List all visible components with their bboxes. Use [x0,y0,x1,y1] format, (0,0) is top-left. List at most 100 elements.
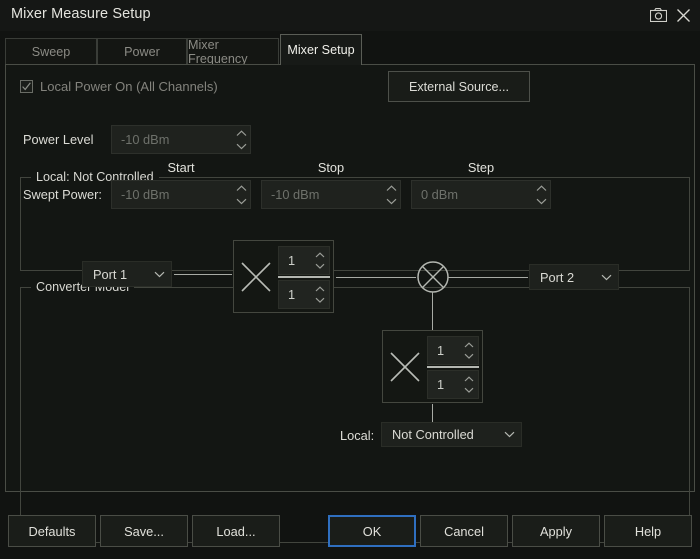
port2-dropdown[interactable]: Port 2 [529,264,619,290]
camera-icon[interactable] [648,5,668,25]
multiplier-top-numerator-spinbox[interactable]: 1 [278,246,330,275]
tab-label: Sweep [32,45,71,59]
multiplier-top-numerator-value: 1 [279,253,311,268]
spinner-arrows[interactable] [311,281,329,308]
spinner-up-icon[interactable] [464,376,474,382]
spinner-up-icon[interactable] [536,185,547,192]
wire-mixer-to-port2 [448,277,528,278]
spinner-arrows[interactable] [232,126,250,153]
port1-dropdown[interactable]: Port 1 [82,261,172,287]
multiply-x-icon [387,347,423,392]
swept-power-start-value: -10 dBm [112,187,232,202]
multiplier-top-denominator-spinbox[interactable]: 1 [278,280,330,309]
fraction-divider-line [278,276,330,278]
spinner-arrows[interactable] [232,181,250,208]
converter-model-group-box: Converter Model [20,287,690,543]
external-source-button[interactable]: External Source... [388,71,530,102]
spinner-up-icon[interactable] [315,252,325,258]
multiplier-bottom-numerator-value: 1 [428,343,460,358]
spinner-down-icon[interactable] [464,387,474,393]
local-power-on-label: Local Power On (All Channels) [40,79,218,94]
tab-mixer-setup[interactable]: Mixer Setup [280,34,362,65]
load-button[interactable]: Load... [192,515,280,547]
ok-button[interactable]: OK [328,515,416,547]
swept-power-start-spinbox[interactable]: -10 dBm [111,180,251,209]
spinner-down-icon[interactable] [464,353,474,359]
page-title: Mixer Measure Setup [11,6,151,22]
spinner-up-icon[interactable] [315,286,325,292]
spinner-down-icon[interactable] [536,198,547,205]
local-label: Local: [340,428,374,443]
checkbox-checked-icon [20,80,33,93]
wire-multiplier-to-mixer [336,277,416,278]
fraction-divider-line [427,366,479,368]
swept-power-label: Swept Power: [23,187,102,202]
cancel-label: Cancel [444,524,484,539]
tab-label: Mixer Frequency [188,38,278,66]
save-label: Save... [124,524,164,539]
multiplier-top-box: 1 1 [233,240,334,313]
power-level-value: -10 dBm [112,132,232,147]
multiply-x-icon [238,257,274,302]
swept-power-step-value: 0 dBm [412,187,532,202]
spinner-up-icon[interactable] [386,185,397,192]
save-button[interactable]: Save... [100,515,188,547]
local-source-dropdown[interactable]: Not Controlled [381,422,522,447]
cancel-button[interactable]: Cancel [420,515,508,547]
spinner-up-icon[interactable] [236,130,247,137]
spinner-arrows[interactable] [532,181,550,208]
wire-port1-to-multiplier [174,274,232,275]
help-label: Help [635,524,661,539]
power-level-spinbox[interactable]: -10 dBm [111,125,251,154]
title-bar: Mixer Measure Setup [0,0,700,31]
multiplier-bottom-denominator-spinbox[interactable]: 1 [427,370,479,399]
close-icon[interactable] [673,5,693,25]
spinner-arrows[interactable] [311,247,329,274]
wire-mixer-to-lo-multiplier [432,292,433,330]
multiplier-bottom-box: 1 1 [382,330,483,403]
ok-label: OK [363,524,382,539]
spinner-down-icon[interactable] [315,297,325,303]
spinner-up-icon[interactable] [464,342,474,348]
tab-mixer-frequency[interactable]: Mixer Frequency [187,38,279,64]
wire-lo-multiplier-to-local [432,404,433,424]
spinner-up-icon[interactable] [236,185,247,192]
column-header-step: Step [411,160,551,175]
spinner-down-icon[interactable] [315,263,325,269]
load-label: Load... [216,524,255,539]
local-power-on-checkbox[interactable]: Local Power On (All Channels) [20,79,218,94]
defaults-button[interactable]: Defaults [8,515,96,547]
spinner-arrows[interactable] [382,181,400,208]
spinner-down-icon[interactable] [386,198,397,205]
mixer-circle-x-icon [414,259,452,302]
multiplier-bottom-denominator-value: 1 [428,377,460,392]
spinner-down-icon[interactable] [236,143,247,150]
local-source-value: Not Controlled [382,427,497,442]
chevron-down-icon[interactable] [497,431,521,438]
chevron-down-icon[interactable] [594,274,618,281]
tab-bar: Sweep Power Mixer Frequency Mixer Setup [0,34,700,64]
tab-label: Mixer Setup [287,43,354,57]
multiplier-bottom-numerator-spinbox[interactable]: 1 [427,336,479,365]
port1-value: Port 1 [83,267,147,282]
power-level-label: Power Level [23,132,93,147]
spinner-arrows[interactable] [460,337,478,364]
help-button[interactable]: Help [604,515,692,547]
spinner-arrows[interactable] [460,371,478,398]
apply-label: Apply [540,524,572,539]
column-header-stop: Stop [261,160,401,175]
tab-power[interactable]: Power [97,38,187,64]
swept-power-stop-spinbox[interactable]: -10 dBm [261,180,401,209]
apply-button[interactable]: Apply [512,515,600,547]
port2-value: Port 2 [530,270,594,285]
mixer-measure-setup-dialog: Mixer Measure Setup Sweep Power Mixer Fr… [0,0,700,559]
defaults-label: Defaults [29,524,76,539]
swept-power-step-spinbox[interactable]: 0 dBm [411,180,551,209]
swept-power-stop-value: -10 dBm [262,187,382,202]
spinner-down-icon[interactable] [236,198,247,205]
column-header-start: Start [111,160,251,175]
tab-sweep[interactable]: Sweep [5,38,97,64]
chevron-down-icon[interactable] [147,271,171,278]
multiplier-top-denominator-value: 1 [279,287,311,302]
external-source-label: External Source... [409,80,509,94]
